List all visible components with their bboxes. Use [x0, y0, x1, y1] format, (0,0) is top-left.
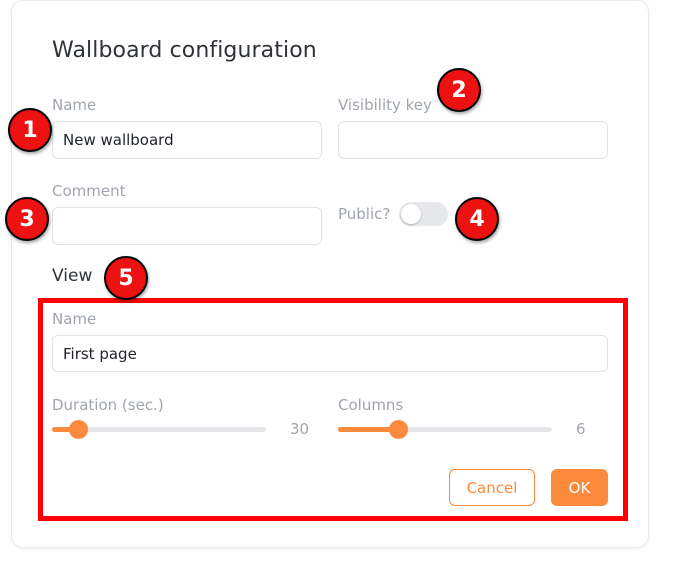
marker-4: 4	[455, 197, 499, 241]
visibility-key-input[interactable]	[338, 121, 608, 159]
visibility-key-label: Visibility key	[338, 96, 432, 114]
name-input[interactable]: New wallboard	[52, 121, 322, 159]
view-section-highlight	[38, 298, 628, 521]
marker-3: 3	[5, 197, 49, 241]
marker-1: 1	[8, 108, 52, 152]
marker-2: 2	[437, 68, 481, 112]
toggle-knob	[401, 204, 421, 224]
name-label: Name	[52, 96, 97, 114]
name-input-value: New wallboard	[63, 131, 174, 149]
public-label: Public?	[338, 205, 391, 223]
comment-label: Comment	[52, 182, 126, 200]
dialog-title: Wallboard configuration	[52, 38, 317, 63]
view-heading: View	[52, 266, 93, 286]
public-toggle[interactable]	[399, 202, 448, 226]
marker-5: 5	[104, 256, 148, 300]
comment-input[interactable]	[52, 207, 322, 245]
